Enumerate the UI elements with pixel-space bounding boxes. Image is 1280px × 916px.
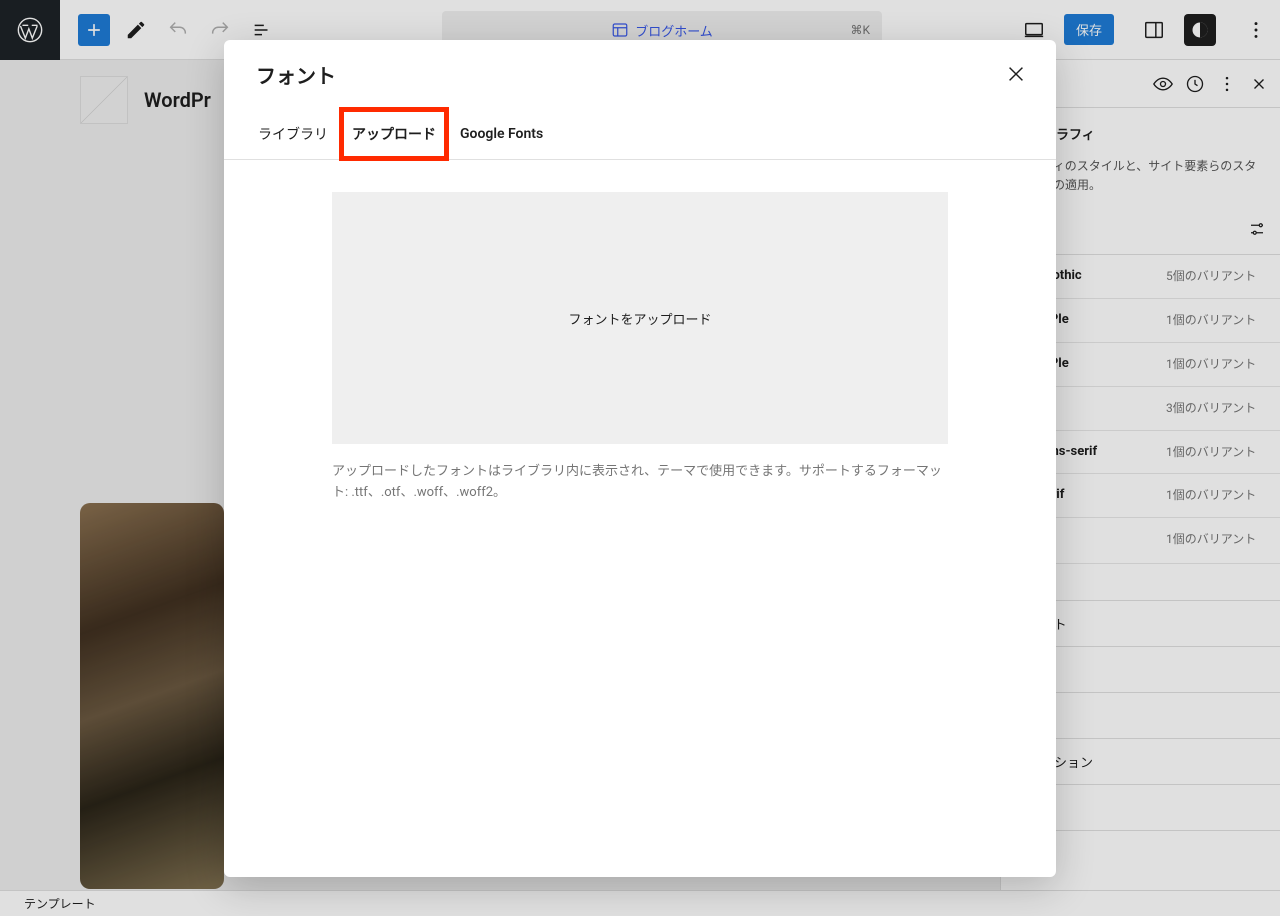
modal-header: フォント (224, 40, 1056, 108)
upload-help-text: アップロードしたフォントはライブラリ内に表示され、テーマで使用できます。サポート… (332, 462, 948, 504)
close-icon[interactable] (1004, 62, 1028, 86)
fonts-modal: フォント ライブラリ アップロード Google Fonts フォントをアップロ… (224, 40, 1056, 877)
tab-google-fonts[interactable]: Google Fonts (448, 108, 555, 160)
dropzone-label: フォントをアップロード (568, 309, 711, 328)
upload-dropzone[interactable]: フォントをアップロード (332, 192, 948, 444)
tab-library[interactable]: ライブラリ (246, 108, 340, 160)
modal-body: フォントをアップロード アップロードしたフォントはライブラリ内に表示され、テーマ… (224, 160, 1056, 877)
modal-title: フォント (256, 60, 336, 89)
modal-tabs: ライブラリ アップロード Google Fonts (224, 108, 1056, 160)
tab-upload[interactable]: アップロード (340, 108, 448, 160)
